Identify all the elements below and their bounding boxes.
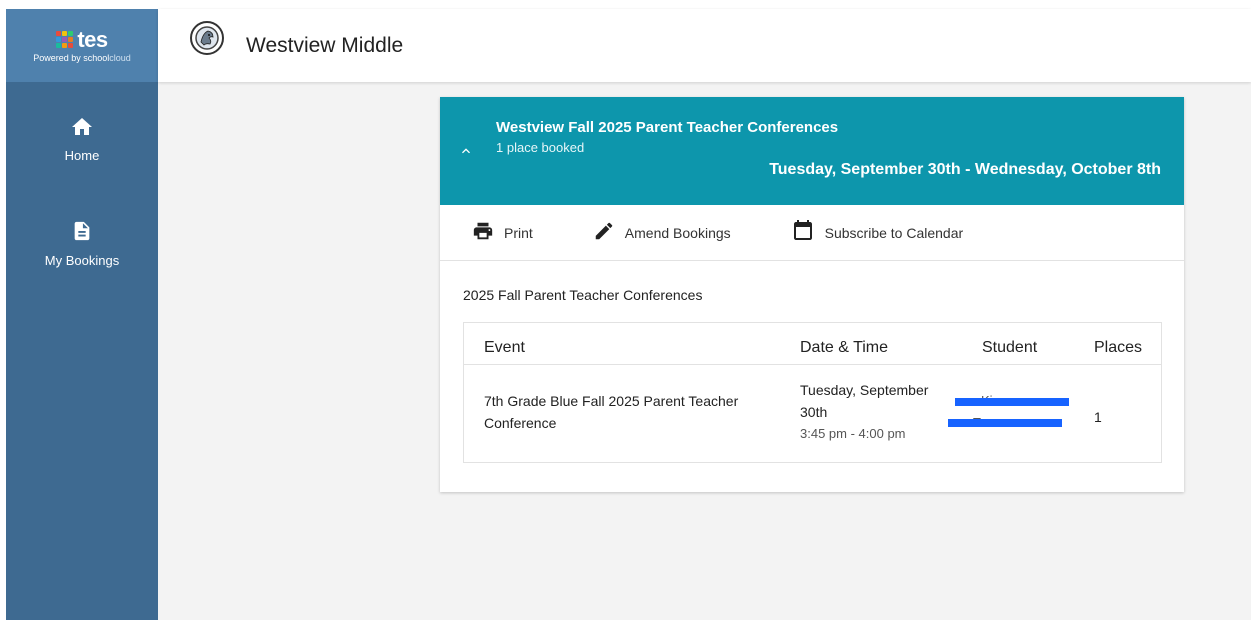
- column-header-places: Places: [1094, 339, 1143, 356]
- amend-bookings-button[interactable]: Amend Bookings: [593, 220, 731, 245]
- amend-bookings-label: Amend Bookings: [624, 224, 731, 241]
- print-button[interactable]: Print: [472, 220, 533, 245]
- column-header-student: Student: [982, 339, 1038, 356]
- brand-tagline-suffix: cloud: [109, 52, 131, 63]
- pencil-icon: [593, 220, 625, 245]
- column-header-datetime: Date & Time: [800, 339, 889, 356]
- sidebar: tes Powered by schoolcloud Home My Booki…: [6, 9, 158, 620]
- column-header-event: Event: [484, 339, 525, 356]
- date-line: Tuesday, September: [800, 382, 929, 398]
- document-icon: [71, 218, 93, 249]
- subscribe-calendar-button[interactable]: Subscribe to Calendar: [791, 219, 964, 246]
- sidebar-item-home[interactable]: Home: [6, 115, 158, 163]
- subscribe-calendar-label: Subscribe to Calendar: [824, 224, 964, 241]
- event-date-range: Tuesday, September 30th - Wednesday, Oct…: [769, 161, 1161, 178]
- brand-tagline-prefix: Powered by school: [33, 52, 110, 63]
- section-title: 2025 Fall Parent Teacher Conferences: [463, 287, 703, 303]
- redaction-mark: [955, 398, 1069, 406]
- sidebar-item-my-bookings[interactable]: My Bookings: [6, 218, 158, 268]
- places-cell: 1: [1094, 409, 1102, 425]
- calendar-icon: [791, 219, 825, 246]
- student-cell: Kiara Turner: [947, 393, 1069, 437]
- event-cell: 7th Grade Blue Fall 2025 Parent Teacher …: [484, 393, 739, 431]
- event-card: Westview Fall 2025 Parent Teacher Confer…: [440, 97, 1184, 492]
- sidebar-item-label: My Bookings: [44, 253, 120, 268]
- school-name: Westview Middle: [246, 33, 404, 57]
- event-title: Westview Fall 2025 Parent Teacher Confer…: [496, 119, 839, 136]
- table-header: Event Date & Time Student Places: [464, 323, 1161, 365]
- print-label: Print: [504, 224, 533, 241]
- top-bar: Westview Middle: [158, 9, 1251, 82]
- bookings-table: Event Date & Time Student Places 7th Gra…: [463, 322, 1162, 463]
- main-content: Westview Fall 2025 Parent Teacher Confer…: [158, 82, 1251, 620]
- chevron-up-icon[interactable]: [458, 143, 474, 159]
- redaction-mark: [948, 419, 1062, 427]
- brand-tagline: Powered by schoolcloud: [33, 53, 131, 63]
- datetime-cell: Tuesday, September 30th 3:45 pm - 4:00 p…: [800, 379, 928, 445]
- brand-dots-icon: [56, 31, 74, 48]
- date-line: 30th: [800, 404, 828, 420]
- school-crest-icon: [190, 20, 224, 55]
- printer-icon: [472, 220, 504, 245]
- table-row: 7th Grade Blue Fall 2025 Parent Teacher …: [464, 365, 1161, 462]
- booking-toolbar: Print Amend Bookings Subscribe to Calend…: [440, 205, 1184, 261]
- places-booked-text: 1 place booked: [496, 140, 585, 155]
- event-card-header[interactable]: Westview Fall 2025 Parent Teacher Confer…: [440, 97, 1184, 205]
- home-icon: [69, 115, 95, 144]
- brand-name: tes: [77, 26, 108, 52]
- sidebar-item-label: Home: [64, 148, 100, 163]
- time-range: 3:45 pm - 4:00 pm: [800, 426, 906, 441]
- brand-logo[interactable]: tes Powered by schoolcloud: [6, 9, 158, 82]
